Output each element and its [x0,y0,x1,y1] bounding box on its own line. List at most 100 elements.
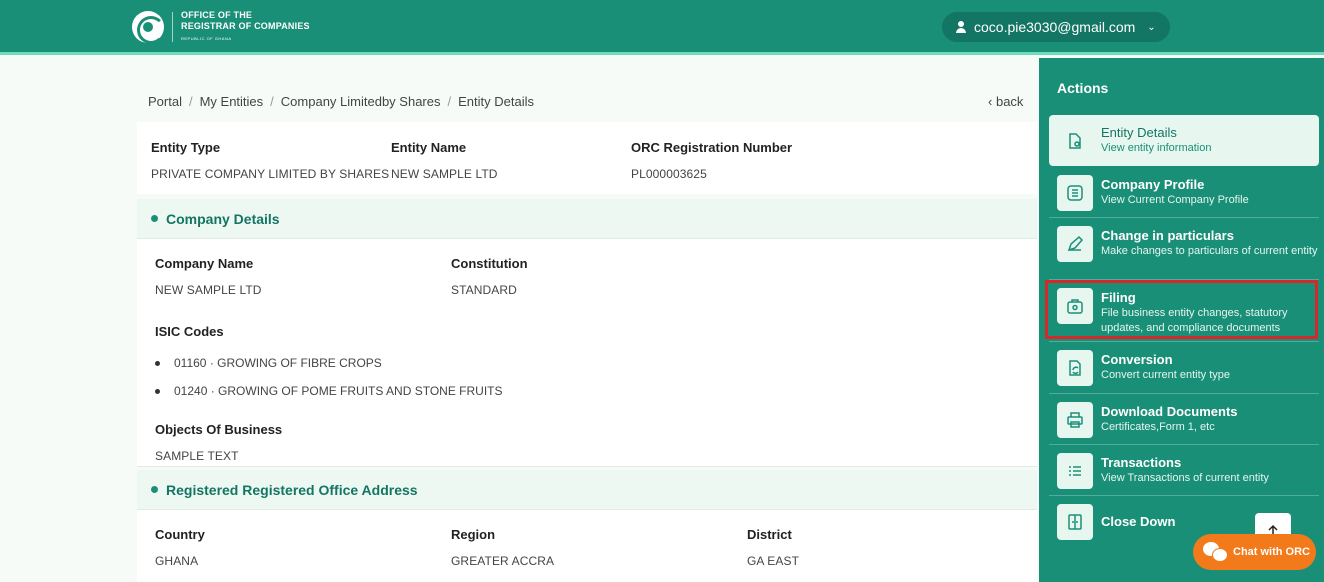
region-field: Region GREATER ACCRA [451,527,554,568]
orc-logo[interactable]: OFFICE OF THE REGISTRAR OF COMPANIES REP… [132,10,310,44]
objects-of-business-field: Objects Of Business SAMPLE TEXT [155,422,282,463]
entity-summary: Entity Type PRIVATE COMPANY LIMITED BY S… [137,122,1037,194]
action-title: Entity Details [1101,125,1177,140]
action-filing[interactable]: Filing File business entity changes, sta… [1049,280,1319,342]
constitution-value: STANDARD [451,283,517,297]
entity-type-value: PRIVATE COMPANY LIMITED BY SHARES [151,167,390,181]
action-title: Conversion [1101,352,1173,367]
action-description: File business entity changes, statutory … [1101,307,1288,334]
list-item: 01240 · GROWING OF POME FRUITS AND STONE… [155,377,503,405]
breadcrumb-entity-details: Entity Details [458,94,534,109]
action-change-in-particulars[interactable]: Change in particulars Make changes to pa… [1049,218,1319,280]
list-item: 01160 · GROWING OF FIBRE CROPS [155,349,503,377]
company-details-body: Company Name NEW SAMPLE LTD Constitution… [137,239,1037,467]
action-description: Convert current entity type [1101,369,1231,381]
orc-number-value: PL000003625 [631,167,707,181]
orc-emblem-icon [132,11,165,44]
objects-of-business-label: Objects Of Business [155,422,283,437]
chevron-left-icon: ‹ [988,94,993,109]
back-label: back [995,94,1024,109]
isic-code-text: 01240 · GROWING OF POME FRUITS AND STONE… [174,384,503,398]
company-details-title: Company Details [166,210,280,227]
back-link[interactable]: ‹ back [988,94,1023,109]
bullet-icon [155,388,160,394]
action-conversion[interactable]: Conversion Convert current entity type [1049,342,1319,394]
action-title: Company Profile [1101,177,1205,192]
logo-divider [172,12,173,42]
actions-title: Actions [1057,80,1109,96]
actions-panel: Actions Entity Details View entity infor… [1039,58,1324,582]
logo-line-3: REPUBLIC OF GHANA [181,36,232,41]
bullet-dot-icon [151,215,158,222]
entity-type-field: Entity Type PRIVATE COMPANY LIMITED BY S… [151,140,389,181]
action-title: Filing [1101,290,1136,305]
chat-bubble-icon [1203,542,1228,562]
breadcrumb-company-type[interactable]: Company Limitedby Shares [281,94,441,109]
user-menu-button[interactable]: coco.pie3030@gmail.com ⌄ [942,12,1170,42]
constitution-label: Constitution [451,256,528,271]
printer-icon [1057,402,1093,438]
chat-with-orc-button[interactable]: Chat with ORC [1193,534,1316,570]
list-icon [1057,175,1093,211]
company-name-label: Company Name [155,256,254,271]
chevron-down-icon: ⌄ [1147,21,1156,33]
bullet-dot-icon [151,486,158,493]
breadcrumb-portal[interactable]: Portal [148,94,182,109]
action-title: Download Documents [1101,404,1238,419]
district-value: GA EAST [747,554,800,568]
action-description: View Current Company Profile [1101,194,1249,206]
breadcrumb-separator: / [447,94,452,109]
country-value: GHANA [155,554,199,568]
bullet-icon [155,360,160,366]
region-label: Region [451,527,496,542]
action-description: View Transactions of current entity [1101,472,1269,484]
entity-name-value: NEW SAMPLE LTD [391,167,498,181]
action-title: Transactions [1101,455,1182,470]
breadcrumb: Portal / My Entities / Company Limitedby… [148,94,534,109]
action-description: Certificates,Form 1, etc [1101,421,1215,433]
entity-type-label: Entity Type [151,140,221,155]
entity-name-field: Entity Name NEW SAMPLE LTD [391,140,498,181]
orc-number-label: ORC Registration Number [631,140,793,155]
action-transactions[interactable]: Transactions View Transactions of curren… [1049,445,1319,496]
breadcrumb-my-entities[interactable]: My Entities [200,94,264,109]
isic-codes-list: 01160 · GROWING OF FIBRE CROPS 01240 · G… [155,349,503,405]
top-header: OFFICE OF THE REGISTRAR OF COMPANIES REP… [0,0,1324,55]
user-icon [954,20,968,34]
address-title: Registered Registered Office Address [166,481,418,498]
isic-code-text: 01160 · GROWING OF FIBRE CROPS [174,356,382,370]
district-label: District [747,527,792,542]
district-field: District GA EAST [747,527,799,568]
breadcrumb-separator: / [270,94,274,109]
company-details-header: Company Details [137,199,1037,239]
logo-line-1: OFFICE OF THE [181,10,253,20]
chat-label: Chat with ORC [1233,546,1310,558]
entity-name-label: Entity Name [391,140,467,155]
action-description: View entity information [1101,142,1212,154]
company-name-value: NEW SAMPLE LTD [155,283,262,297]
isic-codes-field: ISIC Codes [155,324,224,339]
breadcrumb-separator: / [188,94,193,109]
transactions-icon [1057,453,1093,489]
region-value: GREATER ACCRA [451,554,555,568]
country-label: Country [155,527,205,542]
country-field: Country GHANA [155,527,205,568]
briefcase-icon [1057,288,1093,324]
objects-of-business-value: SAMPLE TEXT [155,449,239,463]
action-download-documents[interactable]: Download Documents Certificates,Form 1, … [1049,394,1319,445]
document-view-icon [1057,123,1093,159]
pencil-icon [1057,226,1093,262]
action-description: Make changes to particulars of current e… [1101,245,1318,257]
action-entity-details[interactable]: Entity Details View entity information [1049,115,1319,166]
action-title: Change in particulars [1101,228,1234,243]
action-title: Close Down [1101,514,1176,529]
orc-number-field: ORC Registration Number PL000003625 [631,140,792,181]
action-company-profile[interactable]: Company Profile View Current Company Pro… [1049,167,1319,218]
constitution-field: Constitution STANDARD [451,256,528,297]
isic-codes-label: ISIC Codes [155,324,224,339]
address-header: Registered Registered Office Address [137,470,1037,510]
company-name-field: Company Name NEW SAMPLE LTD [155,256,262,297]
logo-line-2: REGISTRAR OF COMPANIES [181,21,310,31]
logo-text: OFFICE OF THE REGISTRAR OF COMPANIES REP… [181,10,310,44]
address-body: Country GHANA Region GREATER ACCRA Distr… [137,510,1037,582]
